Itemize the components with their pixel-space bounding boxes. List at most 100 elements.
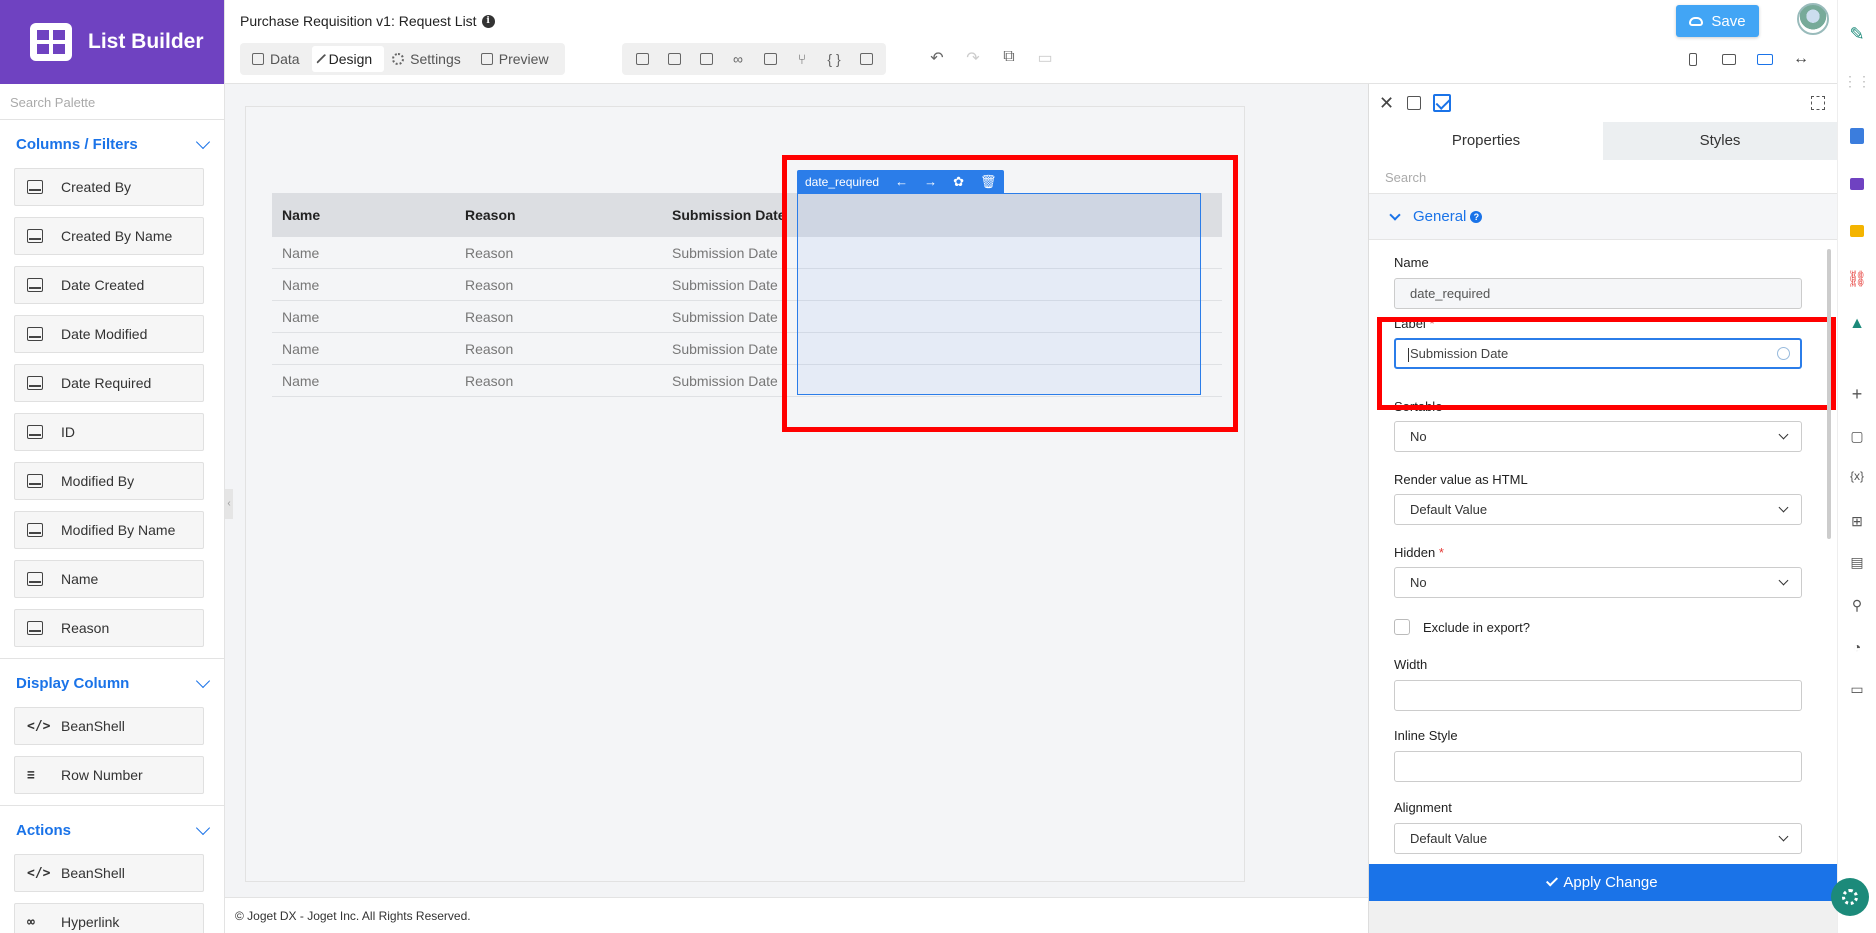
list-builder-icon[interactable] (1848, 175, 1866, 193)
collapse-palette-handle[interactable]: ‹ (225, 489, 233, 519)
section-general[interactable]: General ? (1369, 194, 1837, 240)
lock-icon (699, 53, 713, 65)
hidden-select[interactable]: No (1394, 567, 1802, 598)
copy-icon[interactable]: ⧉ (997, 48, 1021, 68)
help-icon[interactable]: ? (1470, 210, 1483, 223)
palette-search-input[interactable]: Search Palette (0, 84, 224, 120)
save-button[interactable]: Save (1676, 5, 1759, 37)
checklist-icon[interactable] (1433, 94, 1451, 112)
desktop-view-icon[interactable] (1752, 46, 1778, 72)
palette-item[interactable]: Reason (14, 609, 204, 647)
chevron-down-icon (1778, 575, 1789, 586)
diff-button[interactable]: ⑂ (786, 47, 818, 71)
hidden-label: Hidden * (1394, 545, 1444, 560)
chevron-down-icon (195, 673, 211, 689)
info-icon[interactable]: i (481, 14, 495, 28)
column-icon (27, 523, 43, 537)
list-icon (667, 53, 681, 65)
properties-button[interactable] (658, 47, 690, 71)
render-html-select[interactable]: Default Value (1394, 494, 1802, 525)
section-header-actions[interactable]: Actions (0, 806, 224, 854)
chevron-down-icon (195, 820, 211, 836)
form-builder-icon[interactable] (1848, 127, 1866, 145)
fit-width-icon[interactable]: ↔ (1788, 46, 1814, 72)
column-header-name[interactable]: Name (272, 207, 455, 223)
tab-preview[interactable]: Preview (473, 46, 561, 72)
translate-icon[interactable]: ⊞ (1848, 512, 1866, 530)
settings-fab-gear-icon[interactable] (1831, 878, 1869, 916)
palette-section-actions: Actions </> BeanShell ∞ Hyperlink (0, 806, 224, 933)
userview-builder-icon[interactable] (1848, 222, 1866, 240)
apply-change-button[interactable]: Apply Change (1369, 864, 1838, 901)
screenshot-button[interactable] (850, 47, 882, 71)
column-icon (27, 474, 43, 488)
process-builder-icon[interactable]: ⛓ (1847, 270, 1867, 288)
tab-design[interactable]: Design (311, 46, 385, 72)
palette-item[interactable]: Modified By Name (14, 511, 204, 549)
name-field[interactable]: date_required (1394, 278, 1802, 309)
palette-item[interactable]: Modified By (14, 462, 204, 500)
drag-handle-icon[interactable]: ⋮⋮ (1843, 72, 1871, 90)
permission-button[interactable] (690, 47, 722, 71)
ui-builder-icon[interactable]: ▲ (1848, 315, 1866, 333)
section-header-display-column[interactable]: Display Column (0, 659, 224, 707)
palette-item[interactable]: Date Created (14, 266, 204, 304)
avatar[interactable] (1797, 3, 1829, 35)
usages-button[interactable]: ∞ (722, 47, 754, 71)
fullscreen-icon[interactable] (1811, 96, 1825, 110)
width-field[interactable] (1394, 680, 1802, 711)
paste-icon[interactable]: ▭ (1033, 48, 1057, 68)
alignment-select[interactable]: Default Value (1394, 823, 1802, 854)
highlight-annotation-box (782, 155, 1238, 432)
preview-icon (480, 53, 493, 65)
viewport-switcher: ↔ (1680, 46, 1814, 72)
close-icon[interactable]: ✕ (1379, 93, 1395, 114)
properties-search-input[interactable]: Search (1369, 160, 1837, 194)
palette-item[interactable]: Created By Name (14, 217, 204, 255)
note-icon[interactable]: ▢ (1848, 427, 1866, 445)
i18n-button[interactable] (754, 47, 786, 71)
exclude-export-label: Exclude in export? (1423, 620, 1530, 635)
performance-icon[interactable]: ◔ (1848, 638, 1866, 656)
scrollbar[interactable] (1827, 249, 1831, 539)
tree-icon (635, 53, 649, 65)
edit-icon[interactable]: ✎ (1848, 24, 1866, 44)
inline-style-field[interactable] (1394, 751, 1802, 782)
palette-item[interactable]: ID (14, 413, 204, 451)
tree-view-button[interactable] (626, 47, 658, 71)
plugin-icon[interactable]: ⚲ (1848, 596, 1866, 614)
palette-item[interactable]: Name (14, 560, 204, 598)
section-header-columns-filters[interactable]: Columns / Filters (0, 120, 224, 168)
tablet-view-icon[interactable] (1716, 46, 1742, 72)
mobile-view-icon[interactable] (1680, 46, 1706, 72)
numbered-list-icon: ≡ (27, 767, 35, 783)
palette-item[interactable]: </> BeanShell (14, 707, 204, 745)
tab-properties[interactable]: Properties (1369, 122, 1603, 160)
json-icon: { } (827, 51, 841, 67)
variables-icon[interactable]: {x} (1848, 467, 1866, 485)
palette-item[interactable]: ≡ Row Number (14, 756, 204, 794)
palette-item[interactable]: Date Modified (14, 315, 204, 353)
add-icon[interactable]: + (1848, 384, 1866, 404)
top-toolbar: Purchase Requisition v1: Request List i … (225, 0, 1837, 84)
tab-data[interactable]: Data (244, 46, 312, 72)
palette-item[interactable]: Date Required (14, 364, 204, 402)
palette-item[interactable]: </> BeanShell (14, 854, 204, 892)
history-icon[interactable] (1407, 96, 1421, 110)
list-canvas[interactable]: Name Reason Submission Date Name Reason Su… (245, 106, 1245, 882)
sortable-select[interactable]: No (1394, 421, 1802, 452)
exclude-export-checkbox[interactable] (1394, 619, 1410, 635)
tab-styles[interactable]: Styles (1603, 122, 1837, 160)
undo-icon[interactable]: ↶ (925, 48, 949, 68)
palette-item[interactable]: Created By (14, 168, 204, 206)
column-header-reason[interactable]: Reason (455, 207, 662, 223)
inline-style-label: Inline Style (1394, 728, 1458, 743)
code-icon: </> (27, 865, 51, 881)
json-button[interactable]: { } (818, 47, 850, 71)
tab-settings[interactable]: Settings (384, 46, 473, 72)
redo-icon[interactable]: ↷ (961, 48, 985, 68)
palette-item[interactable]: ∞ Hyperlink (14, 903, 204, 933)
document-icon[interactable]: ▤ (1848, 553, 1866, 571)
logs-icon[interactable]: ▭ (1848, 680, 1866, 698)
page-title: Purchase Requisition v1: Request List i (240, 13, 495, 29)
